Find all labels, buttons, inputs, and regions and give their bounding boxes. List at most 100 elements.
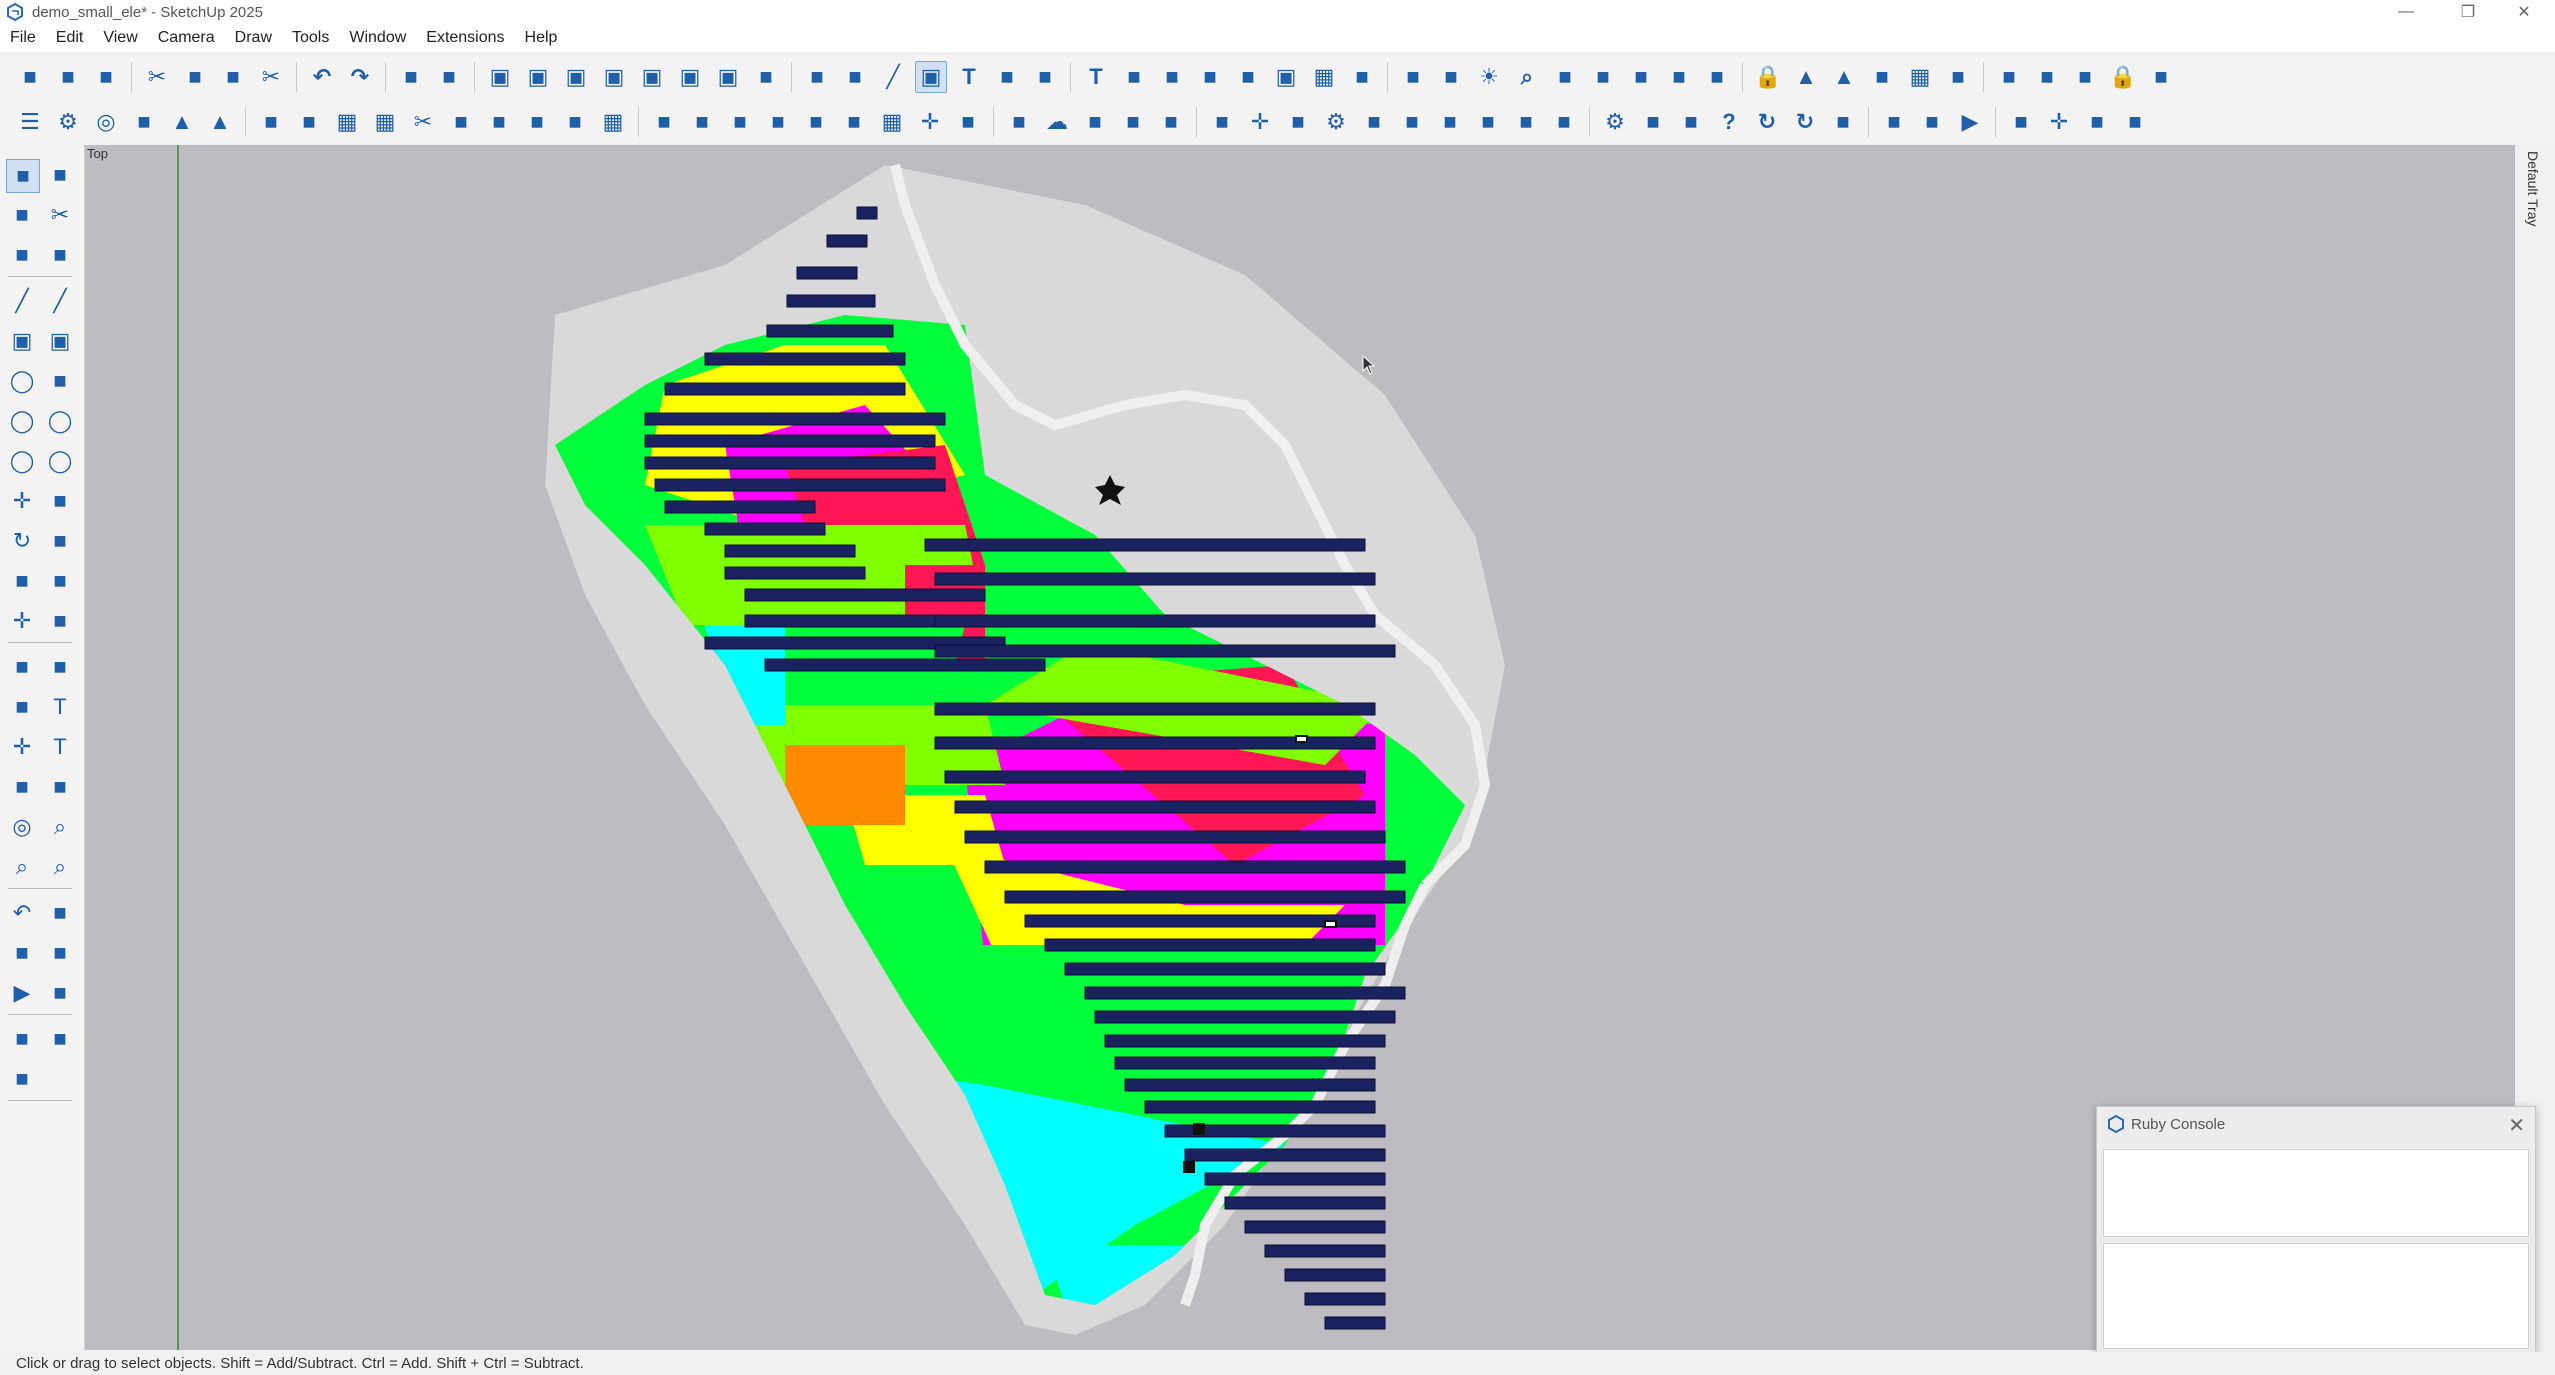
erase-icon[interactable]: ✂: [255, 61, 287, 93]
text-tool-icon[interactable]: T: [44, 691, 76, 723]
grid-icon[interactable]: ▦: [1308, 61, 1340, 93]
freehand-icon[interactable]: ╱: [44, 285, 76, 317]
settings-slider-icon[interactable]: ⚙: [1320, 106, 1352, 138]
right-view-icon[interactable]: ▣: [598, 61, 630, 93]
team-icon[interactable]: ■: [1637, 106, 1669, 138]
lock-icon[interactable]: 🔒: [1752, 61, 1784, 93]
tree-icon[interactable]: ▲: [1828, 61, 1860, 93]
panel-row[interactable]: [644, 412, 946, 426]
scale-icon[interactable]: ■: [1397, 61, 1429, 93]
bi-icon[interactable]: ■: [1916, 106, 1948, 138]
walk-icon[interactable]: ■: [6, 937, 38, 969]
sparkle-icon[interactable]: ■: [483, 106, 515, 138]
axis-icon[interactable]: ✛: [914, 106, 946, 138]
panel-row[interactable]: [654, 478, 946, 492]
arc-icon[interactable]: ◯: [6, 405, 38, 437]
back-view-icon[interactable]: ▣: [636, 61, 668, 93]
slope-icon[interactable]: ■: [1625, 61, 1657, 93]
print-icon[interactable]: ■: [395, 61, 427, 93]
route-icon[interactable]: ■: [2069, 61, 2101, 93]
dimension-tool-icon[interactable]: ■: [44, 651, 76, 683]
circle-icon[interactable]: ◯: [6, 365, 38, 397]
ruler-icon[interactable]: ■: [1079, 106, 1111, 138]
cube-icon[interactable]: ▣: [1270, 61, 1302, 93]
panel-row[interactable]: [724, 544, 856, 558]
component-icon[interactable]: ■: [6, 239, 38, 271]
panel-row[interactable]: [704, 522, 826, 536]
copy-icon[interactable]: ■: [179, 61, 211, 93]
panel-row[interactable]: [744, 588, 986, 602]
close-icon[interactable]: ✕: [2508, 1113, 2525, 1138]
layer-stack-icon[interactable]: ■: [44, 1023, 76, 1055]
sandbox-icon[interactable]: ■: [44, 977, 76, 1009]
tracker-icon[interactable]: ■: [762, 106, 794, 138]
menu-help[interactable]: Help: [515, 24, 568, 52]
terrain-icon[interactable]: ▲: [1790, 61, 1822, 93]
from-scratch-icon[interactable]: ■: [6, 1023, 38, 1055]
model-info-icon[interactable]: ■: [433, 61, 465, 93]
tape-measure-icon[interactable]: ■: [6, 651, 38, 683]
hub-icon[interactable]: ■: [2031, 61, 2063, 93]
menu-tools[interactable]: Tools: [282, 24, 339, 52]
shading-icon[interactable]: ■: [1396, 106, 1428, 138]
xray-icon[interactable]: ■: [750, 61, 782, 93]
en-icon[interactable]: ■: [1675, 106, 1707, 138]
panel-row[interactable]: [1004, 890, 1406, 904]
restore-icon[interactable]: ❐: [2444, 0, 2492, 24]
zoom-extents-icon[interactable]: ⌕: [44, 851, 76, 883]
menu-icon[interactable]: ☰: [14, 106, 46, 138]
bottom-view-icon[interactable]: ▣: [712, 61, 744, 93]
previous-view-icon[interactable]: ↶: [6, 897, 38, 929]
tower-icon[interactable]: ■: [1118, 61, 1150, 93]
panel-row[interactable]: [1104, 1034, 1386, 1048]
crosshair-icon[interactable]: ✛: [1244, 106, 1276, 138]
select-icon[interactable]: ■: [6, 159, 40, 193]
left-view-icon[interactable]: ▣: [674, 61, 706, 93]
zoom-window-icon[interactable]: ⌕: [6, 851, 38, 883]
menu-extensions[interactable]: Extensions: [416, 24, 514, 52]
axes-tool-icon[interactable]: ✛: [6, 731, 38, 763]
panel-row[interactable]: [1124, 1078, 1376, 1092]
undo-icon[interactable]: ↶: [306, 61, 338, 93]
string-icon[interactable]: ■: [686, 106, 718, 138]
menu-draw[interactable]: Draw: [225, 24, 282, 52]
shade-icon[interactable]: ■: [521, 106, 553, 138]
panel-row[interactable]: [1144, 1100, 1376, 1114]
protractor-tool-icon[interactable]: ■: [44, 605, 76, 637]
protractor-measure-icon[interactable]: ■: [6, 691, 38, 723]
panel-row[interactable]: [1094, 1010, 1396, 1024]
panel-row[interactable]: [796, 266, 858, 280]
inverter-icon[interactable]: ■: [648, 106, 680, 138]
hidden-line-icon[interactable]: ╱: [877, 61, 909, 93]
search-icon[interactable]: ⌕: [1511, 61, 1543, 93]
two-point-arc-icon[interactable]: ◯: [44, 445, 76, 477]
warehouse-icon[interactable]: ■: [1029, 61, 1061, 93]
panel-rack-icon[interactable]: ■: [255, 106, 287, 138]
clipboard-icon[interactable]: ■: [1548, 106, 1580, 138]
section-plane-icon[interactable]: ■: [6, 771, 38, 803]
panel-row[interactable]: [934, 614, 1376, 628]
redo-icon[interactable]: ↷: [344, 61, 376, 93]
combiner-icon[interactable]: ■: [724, 106, 756, 138]
paste-icon[interactable]: ■: [217, 61, 249, 93]
anchor-icon[interactable]: ■: [800, 106, 832, 138]
gear-icon[interactable]: ⚙: [1599, 106, 1631, 138]
minimize-icon[interactable]: —: [2382, 0, 2430, 24]
trench-icon[interactable]: ■: [1206, 106, 1238, 138]
stamp-icon[interactable]: ■: [6, 1063, 38, 1095]
cloud-sync-icon[interactable]: ↻: [1751, 106, 1783, 138]
panel-row[interactable]: [984, 860, 1406, 874]
globe-icon[interactable]: ◎: [90, 106, 122, 138]
panel-row[interactable]: [934, 572, 1376, 586]
grid-select-icon[interactable]: ▦: [597, 106, 629, 138]
position-camera-icon[interactable]: ■: [44, 897, 76, 929]
line-icon[interactable]: ╱: [6, 285, 38, 317]
panel-row[interactable]: [644, 434, 936, 448]
dropbox-icon[interactable]: ■: [1358, 106, 1390, 138]
panel-row[interactable]: [856, 206, 878, 220]
panel-row[interactable]: [1064, 962, 1386, 976]
polygon-icon[interactable]: ■: [44, 365, 76, 397]
hide-icon[interactable]: ■: [1435, 61, 1467, 93]
shaded-icon[interactable]: ▣: [915, 61, 947, 93]
follow-me-icon[interactable]: ■: [44, 525, 76, 557]
